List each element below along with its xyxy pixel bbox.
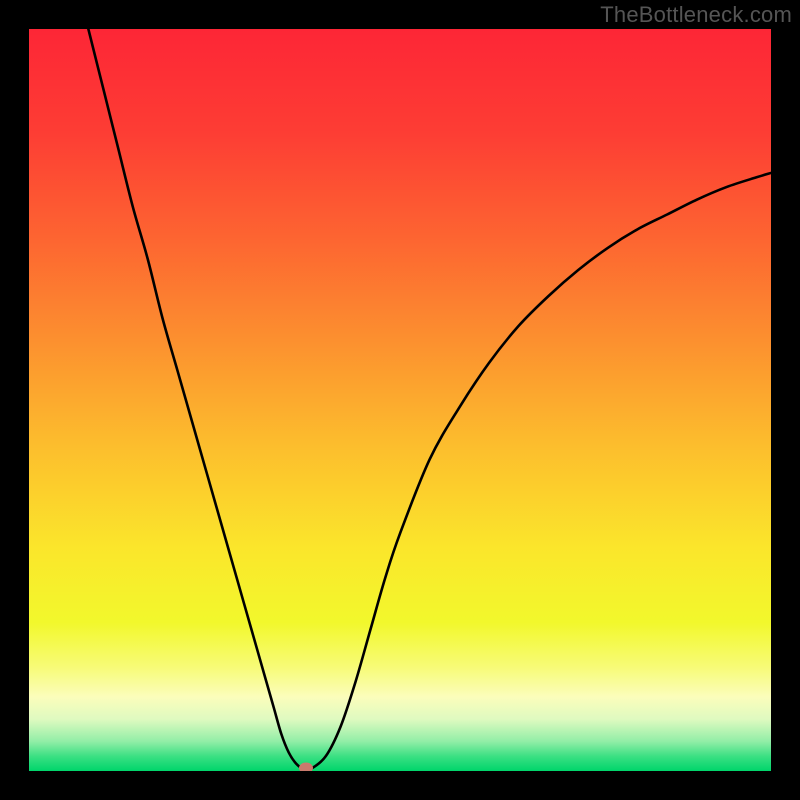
optimal-point-marker	[299, 763, 313, 771]
watermark-text: TheBottleneck.com	[600, 2, 792, 28]
plot-area	[29, 29, 771, 771]
chart-container: TheBottleneck.com	[0, 0, 800, 800]
bottleneck-curve	[29, 29, 771, 771]
